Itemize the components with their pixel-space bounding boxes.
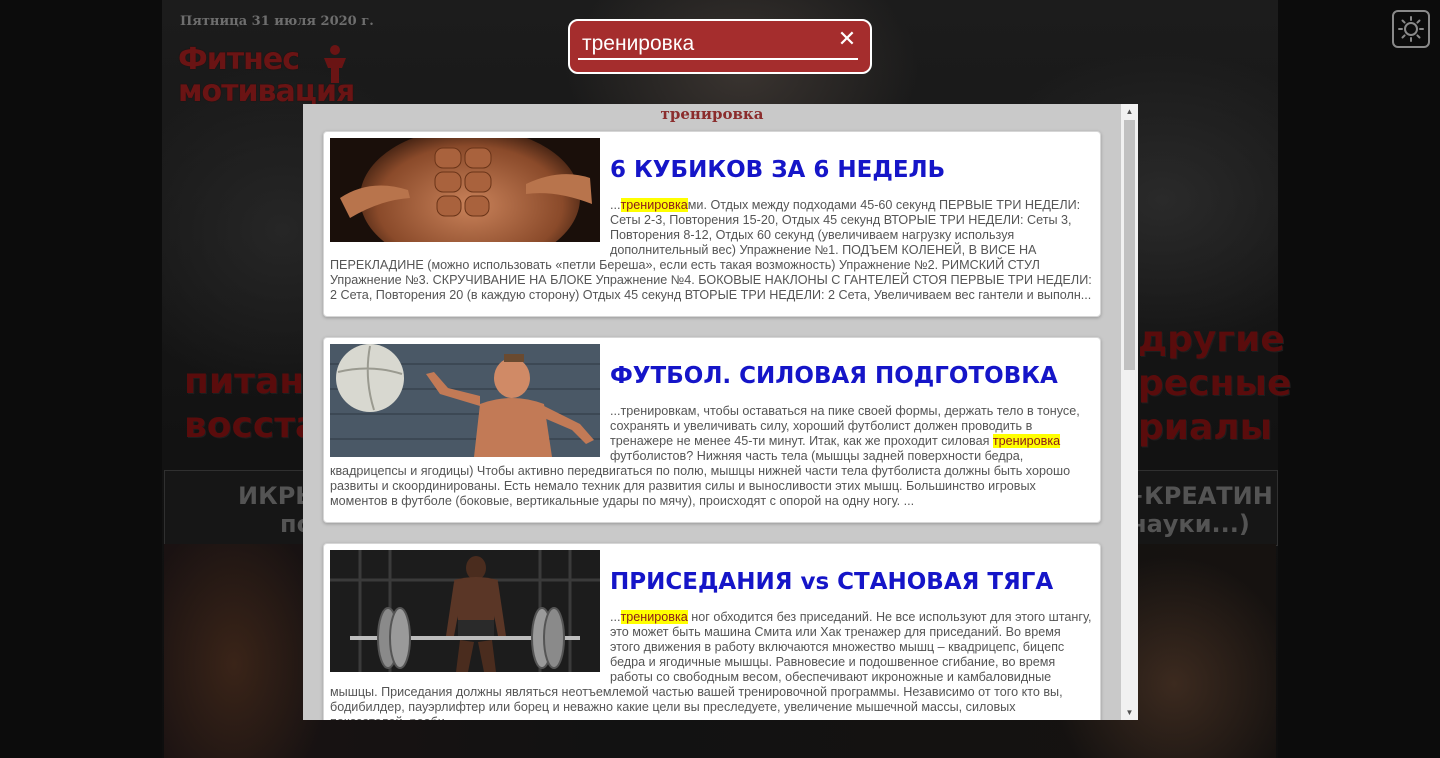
results-scrollbar[interactable]: ▲ ▼ xyxy=(1121,104,1138,720)
snippet-highlight: тренировка xyxy=(620,198,688,212)
snippet-text: ... xyxy=(610,610,621,624)
promo-right-line2: ресные xyxy=(1138,363,1292,404)
search-results-list[interactable]: тренировка 6 КУБИКОВ ЗА 6 НЕДЕЛЬ ...трен… xyxy=(303,104,1121,720)
scroll-down-icon[interactable]: ▼ xyxy=(1121,705,1138,720)
result-card[interactable]: 6 КУБИКОВ ЗА 6 НЕДЕЛЬ ...тренировками. О… xyxy=(323,131,1101,317)
background-promo-right: другие ресные риалы xyxy=(1138,318,1291,450)
results-heading: тренировка xyxy=(660,105,764,123)
promo-right-line3: риалы xyxy=(1138,407,1273,448)
sun-icon xyxy=(1398,16,1424,42)
background-date: Пятница 31 июля 2020 г. xyxy=(180,14,374,29)
site-logo-line1: Фитнес xyxy=(178,42,300,77)
result-card[interactable]: ПРИСЕДАНИЯ vs СТАНОВАЯ ТЯГА ...тренировк… xyxy=(323,543,1101,720)
result-card[interactable]: ФУТБОЛ. СИЛОВАЯ ПОДГОТОВКА ...тренировка… xyxy=(323,337,1101,523)
scroll-up-icon[interactable]: ▲ xyxy=(1121,104,1138,119)
scroll-thumb[interactable] xyxy=(1124,120,1135,370)
snippet-text: ... xyxy=(610,198,621,212)
banner-text-right: +КРЕАТИН науки...) xyxy=(1124,482,1273,538)
abs-photo-icon[interactable] xyxy=(330,138,600,242)
search-input[interactable] xyxy=(582,29,838,59)
theme-toggle-button[interactable] xyxy=(1392,10,1430,48)
close-icon[interactable]: ✕ xyxy=(834,27,860,53)
snippet-highlight: тренировка xyxy=(992,434,1061,448)
logo-figure-icon xyxy=(324,45,346,83)
deadlift-photo-icon[interactable] xyxy=(330,550,600,672)
search-box: ✕ xyxy=(568,19,872,74)
snippet-highlight: тренировка xyxy=(620,610,688,624)
search-results-panel: тренировка 6 КУБИКОВ ЗА 6 НЕДЕЛЬ ...трен… xyxy=(303,104,1138,720)
snippet-text: футболистов? Нижняя часть тела (мышцы за… xyxy=(330,449,1071,508)
search-underline xyxy=(578,58,858,60)
banner-right-line1: +КРЕАТИН xyxy=(1124,482,1273,510)
medicine-ball-photo-icon[interactable] xyxy=(330,344,600,457)
promo-right-line1: другие xyxy=(1138,319,1285,360)
banner-right-line2: науки...) xyxy=(1130,510,1250,538)
